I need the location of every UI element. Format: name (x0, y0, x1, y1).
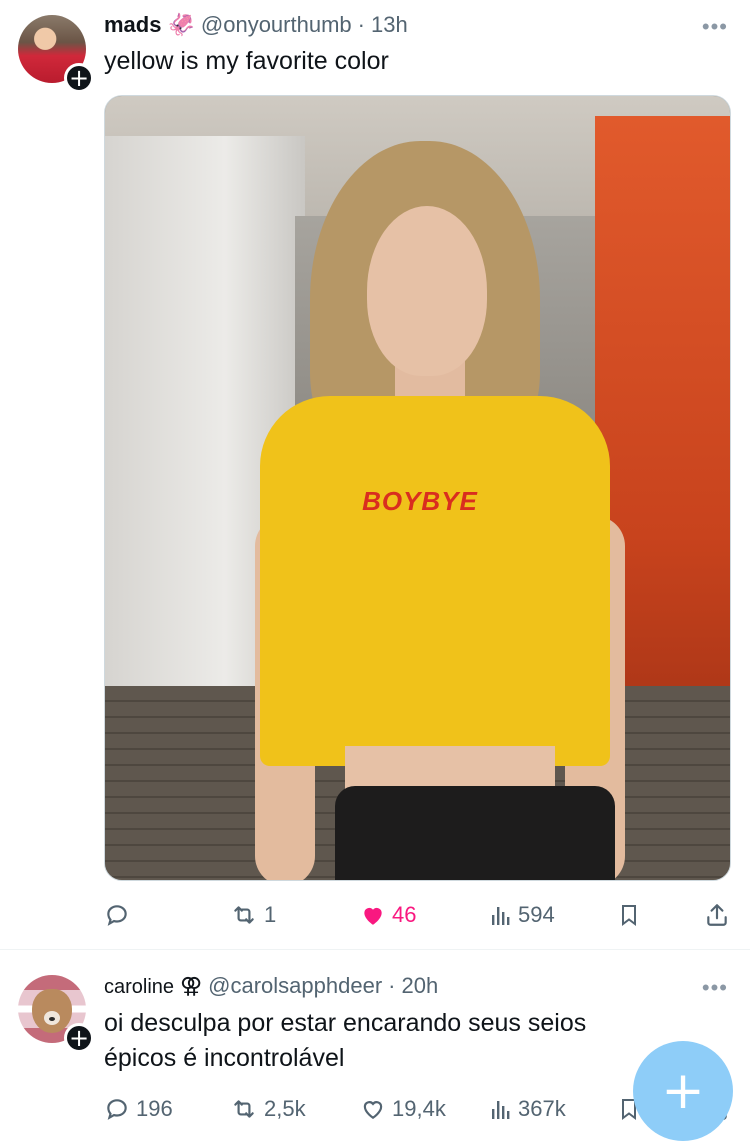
compose-icon: + (661, 1061, 705, 1121)
views-button[interactable]: 594 (490, 898, 555, 932)
avatar-mads[interactable]: + (18, 15, 94, 93)
reply-icon (107, 905, 127, 926)
separator-dot: · (388, 973, 396, 998)
more-options-icon[interactable]: ••• (702, 975, 728, 1001)
avatar-caroline[interactable]: + (18, 975, 94, 1053)
like-button[interactable]: 46 (360, 898, 416, 932)
reply-button[interactable]: 196 (104, 1092, 173, 1126)
views-icon (492, 907, 510, 925)
like-button[interactable]: 19,4k (360, 1092, 446, 1126)
repost-icon (234, 1100, 254, 1118)
like-count: 46 (392, 902, 417, 927)
bookmark-icon (622, 905, 636, 926)
more-options-icon[interactable]: ••• (702, 14, 728, 40)
reply-count: 196 (136, 1096, 173, 1121)
author-name[interactable]: mads (104, 12, 161, 38)
views-button[interactable]: 367k (490, 1092, 566, 1126)
separator-dot: · (357, 12, 365, 37)
like-count: 19,4k (392, 1096, 446, 1121)
follow-button[interactable]: + (64, 63, 94, 93)
share-button[interactable] (704, 898, 730, 932)
author-emoji: ⚢ (180, 973, 203, 998)
deer-icon (32, 989, 72, 1033)
author-handle[interactable]: @onyourthumb (201, 12, 352, 38)
bookmark-button[interactable] (617, 898, 641, 932)
tweet-header: caroline ⚢ @carolsapphdeer · 20h (104, 973, 438, 999)
timestamp[interactable]: 13h (371, 12, 408, 38)
like-icon (363, 1101, 383, 1119)
reply-button[interactable] (104, 898, 136, 932)
author-emoji: 🦑 (167, 12, 195, 37)
views-count: 367k (518, 1096, 566, 1121)
tweet-photo[interactable]: BOYBYE (104, 95, 731, 881)
photo-black-pants (335, 786, 615, 880)
photo-yellow-shirt (260, 396, 610, 766)
like-icon (364, 907, 382, 925)
compose-button[interactable]: + (633, 1041, 733, 1141)
photo-face (367, 206, 487, 376)
reply-icon (107, 1099, 127, 1120)
tweet-header: mads 🦑 @onyourthumb · 13h (104, 12, 408, 38)
views-count: 594 (518, 902, 555, 927)
views-icon (492, 1101, 510, 1119)
repost-count: 2,5k (264, 1096, 306, 1121)
repost-count: 1 (264, 902, 277, 927)
tweet-1[interactable]: + mads 🦑 @onyourthumb · 13h ••• yellow i… (0, 0, 750, 950)
tweet-text: oi desculpa por estar encarando seus sei… (104, 1009, 587, 1072)
author-handle[interactable]: @carolsapphdeer (208, 973, 382, 999)
photo-shirt-text: BOYBYE (362, 486, 478, 516)
repost-button[interactable]: 2,5k (230, 1092, 306, 1126)
follow-button[interactable]: + (64, 1023, 94, 1053)
timestamp[interactable]: 20h (401, 973, 438, 999)
share-icon (707, 904, 727, 926)
tweet-text: yellow is my favorite color (104, 47, 389, 75)
tweet-actions: 1 46 594 (104, 898, 734, 932)
repost-button[interactable]: 1 (230, 898, 276, 932)
repost-icon (234, 906, 254, 924)
author-name[interactable]: caroline (104, 976, 174, 999)
